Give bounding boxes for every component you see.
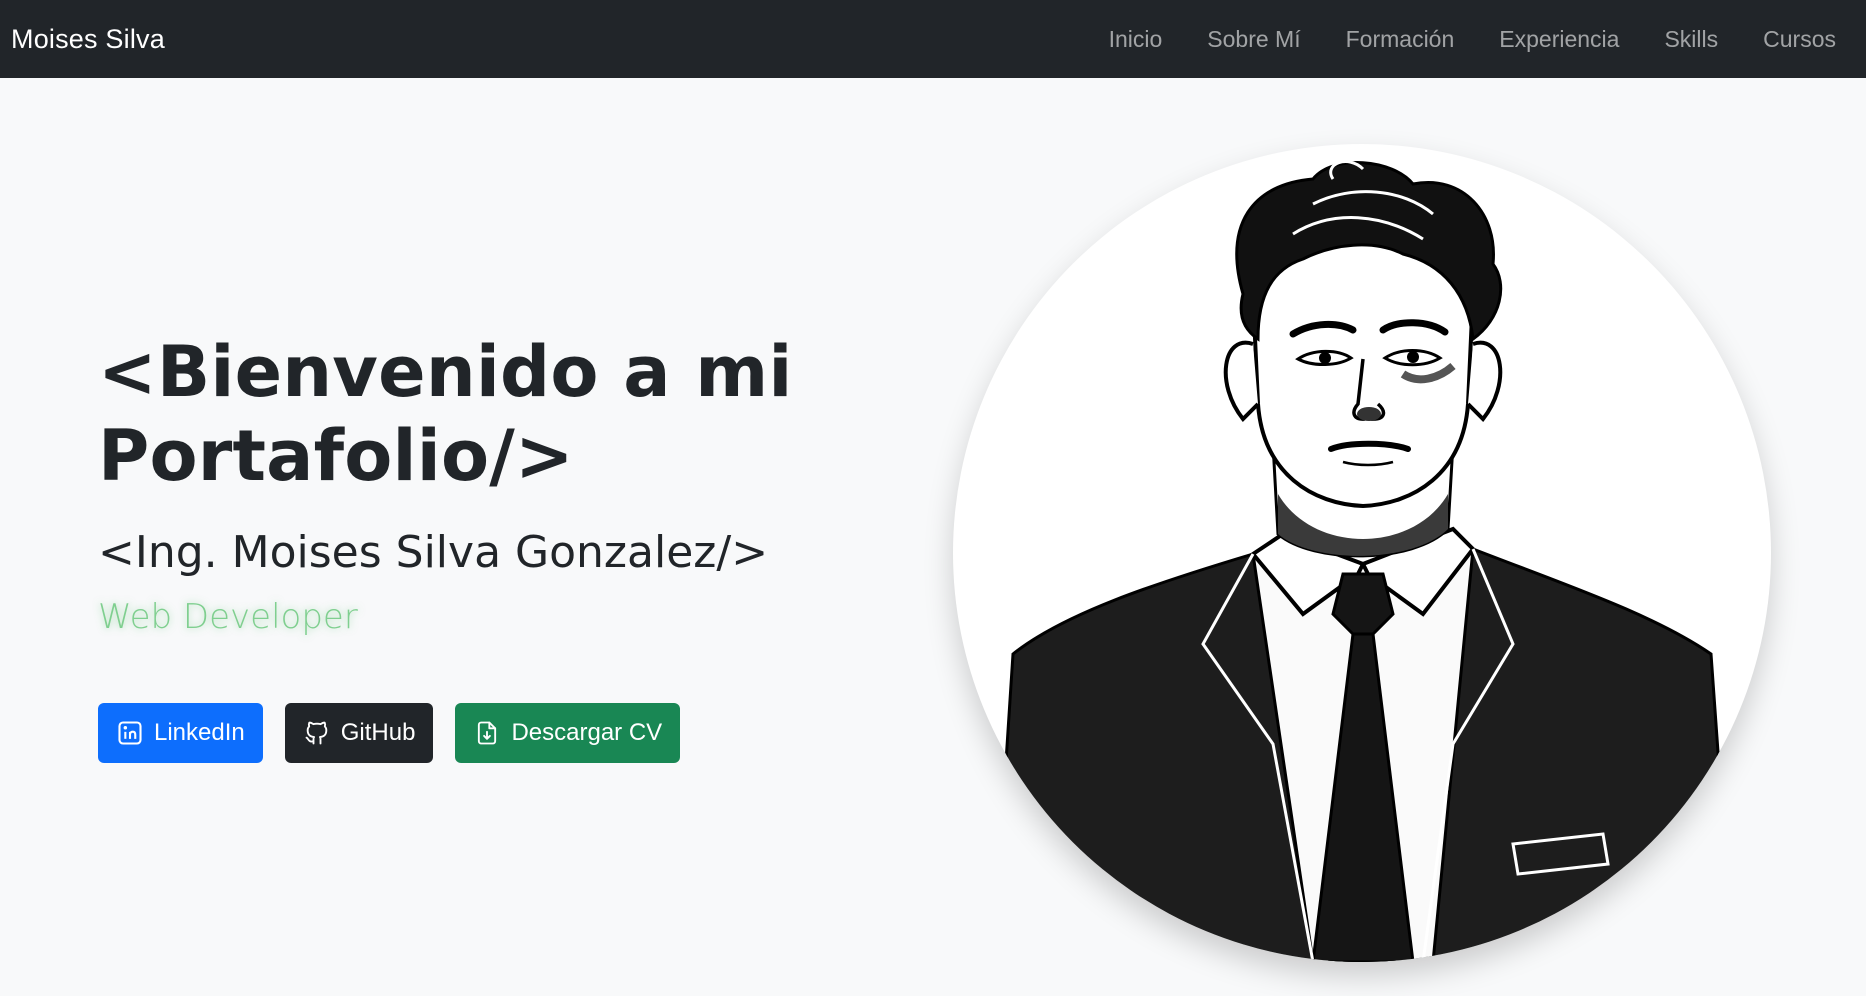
github-button[interactable]: GitHub <box>284 703 434 763</box>
social-buttons: LinkedIn GitHub Descargar CV <box>98 703 681 763</box>
hero-subtitle: <Ing. Moises Silva Gonzalez/> <box>98 527 769 578</box>
profile-portrait <box>953 144 1771 962</box>
download-cv-button-label: Descargar CV <box>511 719 663 746</box>
nav-link-skills[interactable]: Skills <box>1664 26 1718 53</box>
linkedin-button[interactable]: LinkedIn <box>98 703 263 763</box>
nav-link-cursos[interactable]: Cursos <box>1763 26 1836 53</box>
github-icon <box>305 721 328 745</box>
hero-text: <Bienvenido a mi Portafolio/> <Ing. Mois… <box>98 330 858 637</box>
role-text: Web Developer <box>98 597 358 637</box>
nav-link-experiencia[interactable]: Experiencia <box>1499 26 1619 53</box>
nav-link-sobre-mi[interactable]: Sobre Mí <box>1207 26 1300 53</box>
hero-title-line1: <Bienvenido a mi <box>98 331 793 413</box>
nav-links: Inicio Sobre Mí Formación Experiencia Sk… <box>1109 26 1836 53</box>
file-download-icon <box>478 721 497 745</box>
linkedin-icon <box>118 721 142 745</box>
hero-title-line2: Portafolio/> <box>98 415 574 497</box>
download-cv-button[interactable]: Descargar CV <box>455 703 681 763</box>
linkedin-button-label: LinkedIn <box>154 719 245 746</box>
portrait-illustration <box>991 160 1735 962</box>
brand-link[interactable]: Moises Silva <box>11 24 165 55</box>
nav-link-inicio[interactable]: Inicio <box>1109 26 1163 53</box>
hero-title: <Bienvenido a mi Portafolio/> <box>98 330 858 498</box>
github-button-label: GitHub <box>340 719 416 746</box>
navbar: Moises Silva Inicio Sobre Mí Formación E… <box>0 0 1866 78</box>
nav-link-formacion[interactable]: Formación <box>1346 26 1455 53</box>
